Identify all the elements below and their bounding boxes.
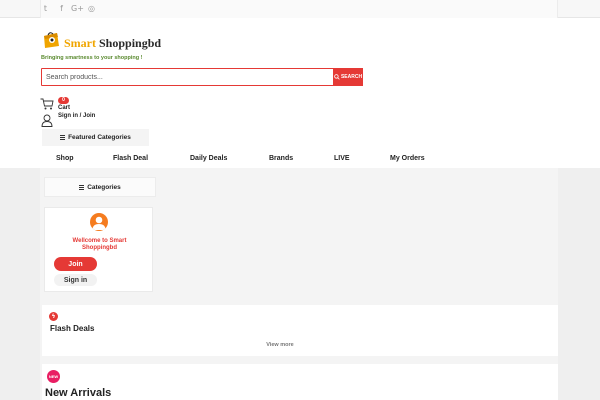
brand-name-part1: Smart xyxy=(64,36,99,50)
lightning-icon: ϟ xyxy=(49,312,58,321)
new-badge-icon: NEW xyxy=(47,370,60,383)
nav-daily-deals[interactable]: Daily Deals xyxy=(190,155,227,162)
flash-deals-title: Flash Deals xyxy=(50,324,95,333)
view-more-link[interactable]: View more xyxy=(42,342,518,348)
featured-categories-label: Featured Categories xyxy=(68,134,131,141)
menu-icon xyxy=(79,184,85,190)
nav-my-orders[interactable]: My Orders xyxy=(390,155,425,162)
search-bar: SEARCH xyxy=(41,67,363,86)
shopping-bag-logo-icon[interactable] xyxy=(41,30,61,50)
twitter-icon[interactable]: t xyxy=(41,4,50,13)
instagram-icon[interactable]: ◎ xyxy=(87,4,96,13)
search-input[interactable] xyxy=(46,71,330,83)
cart-label[interactable]: Cart xyxy=(58,105,70,111)
categories-button[interactable]: Categories xyxy=(44,177,156,197)
flash-deals-section: ϟ Flash Deals View more xyxy=(42,305,558,356)
nav-live[interactable]: LIVE xyxy=(334,155,350,162)
new-arrivals-title: New Arrivals xyxy=(45,387,112,399)
menu-icon xyxy=(60,135,66,140)
google-plus-icon[interactable]: G+ xyxy=(71,4,84,13)
search-icon xyxy=(334,73,340,80)
brand-name-part2: Shoppingbd xyxy=(99,36,162,50)
cart-icon[interactable] xyxy=(40,98,54,110)
top-social-bar-inner: t f G+ ◎ xyxy=(40,0,558,18)
search-button[interactable]: SEARCH xyxy=(333,67,363,86)
welcome-card: Wellcome to Smart Shoppingbd Join Sign i… xyxy=(44,207,153,292)
sign-in-join-link[interactable]: Sign in / Join xyxy=(58,113,95,119)
join-button[interactable]: Join xyxy=(54,257,97,271)
brand-name[interactable]: Smart Shoppingbd xyxy=(64,36,161,50)
top-social-bar: t f G+ ◎ xyxy=(0,0,600,18)
categories-label: Categories xyxy=(87,183,121,191)
nav-flash-deal[interactable]: Flash Deal xyxy=(113,155,148,162)
featured-categories-button[interactable]: Featured Categories xyxy=(42,129,149,146)
brand-tagline: Bringing smartness to your shopping ! xyxy=(41,55,143,61)
new-arrivals-section: NEW New Arrivals xyxy=(42,364,558,400)
avatar-icon xyxy=(90,213,108,231)
search-button-label: SEARCH xyxy=(340,73,363,80)
header: Smart Shoppingbd Bringing smartness to y… xyxy=(0,18,600,168)
nav-shop[interactable]: Shop xyxy=(56,155,74,162)
cart-count-badge: 0 xyxy=(58,97,69,104)
user-icon[interactable] xyxy=(41,114,53,127)
sign-in-button[interactable]: Sign in xyxy=(54,274,97,286)
facebook-icon[interactable]: f xyxy=(57,4,66,13)
welcome-text: Wellcome to Smart Shoppingbd xyxy=(72,238,127,251)
nav-brands[interactable]: Brands xyxy=(269,155,293,162)
main-nav: Shop Flash Deal Daily Deals Brands LIVE … xyxy=(0,152,600,168)
